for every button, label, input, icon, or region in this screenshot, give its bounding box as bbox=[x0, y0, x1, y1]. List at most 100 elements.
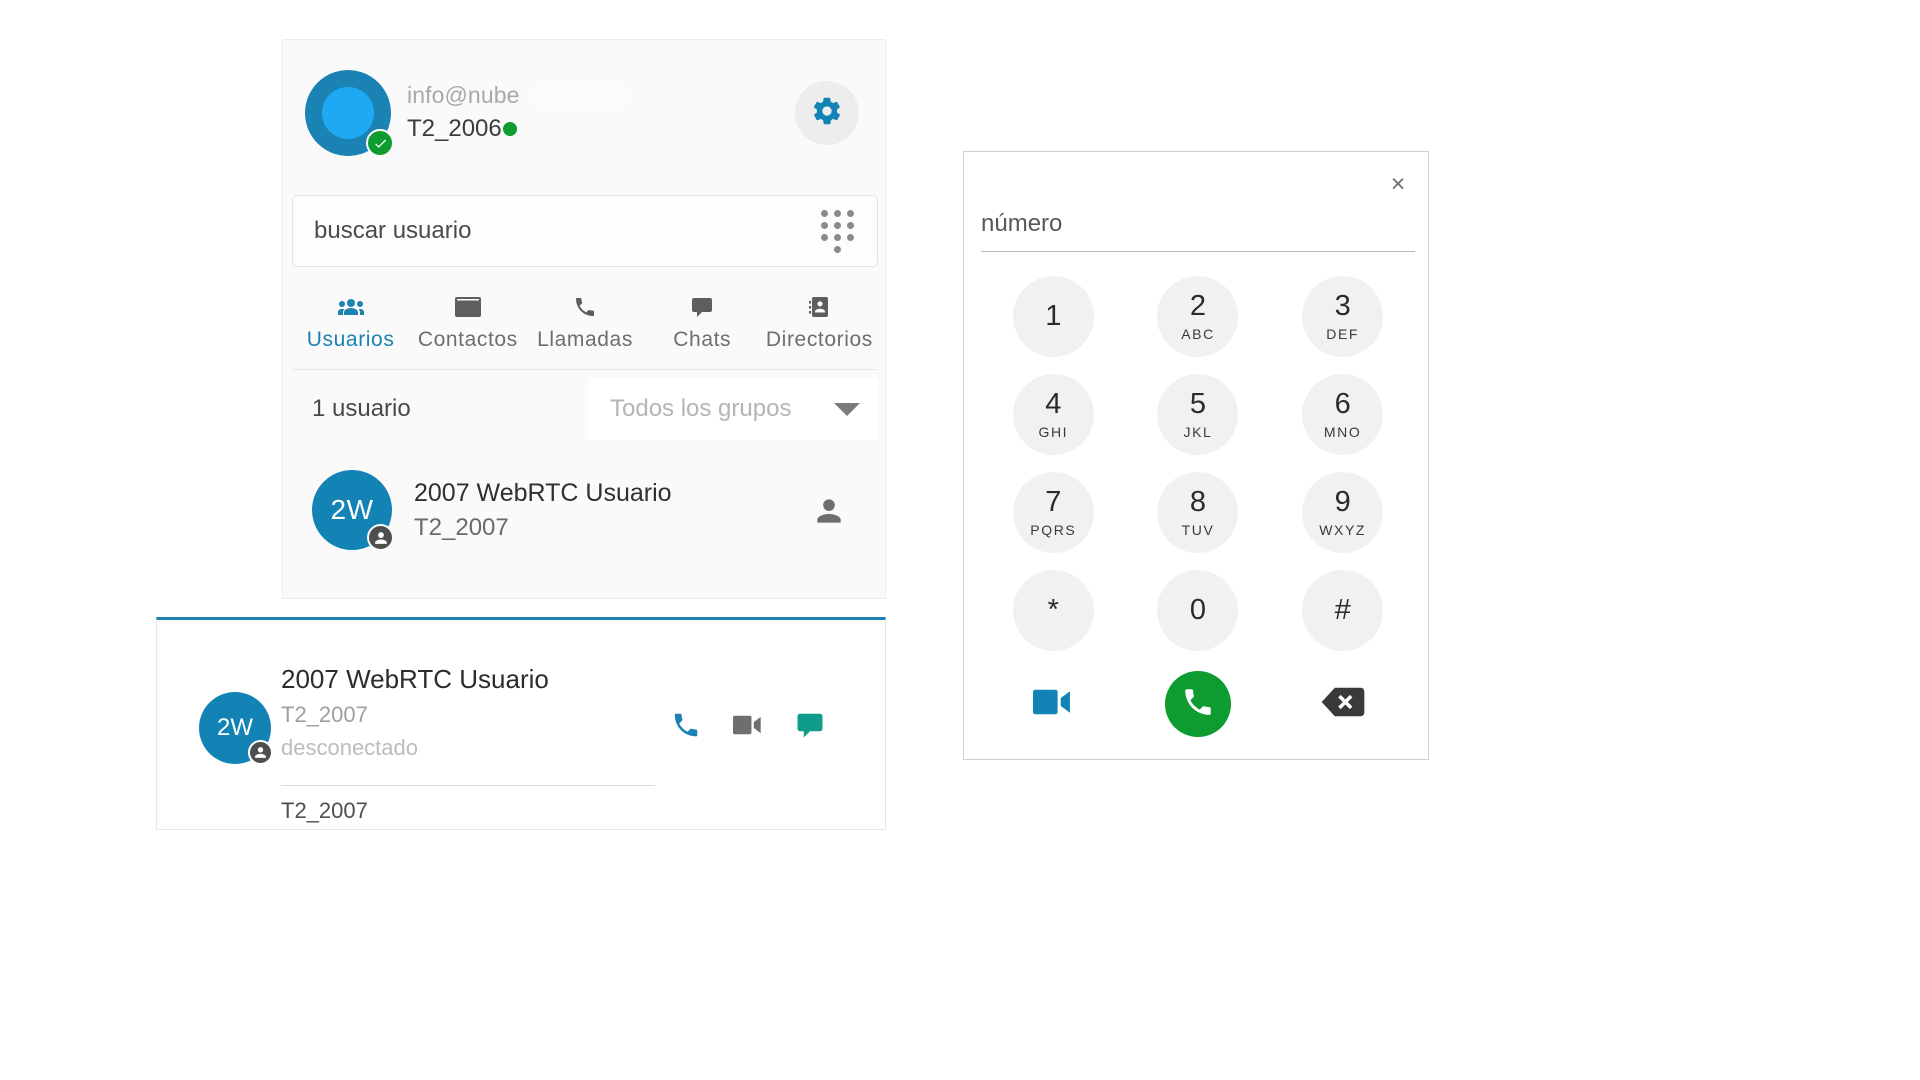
contacts-panel: info@nube T2_2006 buscar usuario Usuario… bbox=[282, 39, 886, 599]
dialpad-key-5[interactable]: 5 JKL bbox=[1157, 374, 1239, 455]
open-chat-button[interactable] bbox=[795, 710, 825, 745]
dialpad-toggle-button[interactable] bbox=[805, 199, 869, 263]
group-filter-dropdown[interactable]: Todos los grupos bbox=[588, 378, 878, 440]
address-book-icon bbox=[806, 294, 832, 320]
check-badge-icon bbox=[366, 129, 394, 157]
chat-bubble-icon bbox=[795, 710, 825, 745]
profile-extension-row: T2_2006 bbox=[407, 114, 520, 145]
avatar-inner-circle bbox=[322, 87, 374, 139]
app-screen: info@nube T2_2006 buscar usuario Usuario… bbox=[0, 0, 1920, 1080]
contact-card-icon bbox=[454, 294, 481, 320]
call-video-button[interactable] bbox=[733, 710, 763, 745]
dialpad-key-1[interactable]: 1 bbox=[1012, 276, 1094, 357]
gear-icon bbox=[811, 95, 843, 132]
dialpad-panel: × 1 2 ABC 3 DEF 4 GHI 5 JKL bbox=[963, 151, 1429, 760]
profile-extension: T2_2006 bbox=[407, 114, 502, 142]
chevron-down-icon bbox=[834, 402, 860, 416]
dialpad-key-9[interactable]: 9 WXYZ bbox=[1302, 472, 1384, 553]
key-letters: WXYZ bbox=[1319, 522, 1367, 538]
phone-icon bbox=[572, 294, 598, 320]
email-redaction bbox=[529, 83, 629, 110]
tab-usuarios[interactable]: Usuarios bbox=[292, 288, 409, 352]
tab-label: Usuarios bbox=[306, 328, 395, 351]
dialpad-key-3[interactable]: 3 DEF bbox=[1302, 276, 1384, 357]
chat-bubble-icon bbox=[689, 294, 715, 320]
video-camera-icon bbox=[733, 710, 763, 745]
phone-icon bbox=[671, 710, 701, 745]
key-letters: JKL bbox=[1183, 424, 1213, 440]
tab-label: Contactos bbox=[417, 328, 518, 351]
contact-extension: T2_2007 bbox=[281, 702, 368, 727]
tab-label: Chats bbox=[673, 328, 732, 351]
dialpad-key-6[interactable]: 6 MNO bbox=[1302, 374, 1384, 455]
group-filter-value: Todos los grupos bbox=[610, 395, 792, 422]
phone-icon bbox=[1181, 685, 1215, 724]
number-field[interactable] bbox=[981, 210, 1415, 252]
dialpad-key-hash[interactable]: # bbox=[1302, 570, 1384, 651]
dialpad-key-0[interactable]: 0 bbox=[1157, 570, 1239, 651]
dialpad-key-8[interactable]: 8 TUV bbox=[1157, 472, 1239, 553]
key-digit: 7 bbox=[1045, 486, 1062, 518]
dialpad-actions bbox=[981, 664, 1415, 744]
dialpad-key-4[interactable]: 4 GHI bbox=[1012, 374, 1094, 455]
key-letters: PQRS bbox=[1030, 522, 1077, 538]
avatar: 2W bbox=[312, 470, 394, 551]
person-offline-icon bbox=[248, 740, 273, 765]
dialpad-key-star[interactable]: * bbox=[1012, 570, 1094, 651]
call-audio-button[interactable] bbox=[671, 710, 701, 745]
key-letters: ABC bbox=[1181, 326, 1215, 342]
dialpad-dots-icon bbox=[820, 209, 854, 253]
dialpad-keys: 1 2 ABC 3 DEF 4 GHI 5 JKL 6 MNO 7 PQRS 8… bbox=[981, 276, 1415, 651]
person-offline-icon bbox=[367, 524, 394, 551]
key-digit: 5 bbox=[1189, 388, 1207, 420]
list-item-name: 2007 WebRTC Usuario bbox=[414, 478, 672, 507]
tab-label: Llamadas bbox=[537, 328, 633, 351]
key-letters: GHI bbox=[1038, 424, 1069, 440]
contact-name: 2007 WebRTC Usuario bbox=[281, 664, 549, 694]
search-input[interactable] bbox=[293, 217, 805, 245]
profile-email-text: info@nube bbox=[407, 82, 520, 109]
backspace-icon bbox=[1321, 686, 1365, 723]
tab-contactos[interactable]: Contactos bbox=[409, 288, 526, 352]
dialpad-key-2[interactable]: 2 ABC bbox=[1157, 276, 1239, 357]
tab-llamadas[interactable]: Llamadas bbox=[526, 288, 643, 352]
user-list-header: 1 usuario Todos los grupos bbox=[292, 378, 878, 440]
key-digit: 1 bbox=[1045, 300, 1062, 332]
presence-online-dot bbox=[502, 122, 517, 137]
users-group-icon bbox=[337, 294, 364, 320]
key-letters: TUV bbox=[1181, 522, 1215, 538]
list-item[interactable]: 2W 2007 WebRTC Usuario T2_2007 bbox=[292, 460, 878, 560]
backspace-button[interactable] bbox=[1321, 686, 1365, 723]
key-digit: 4 bbox=[1045, 388, 1062, 420]
key-digit: 6 bbox=[1334, 388, 1351, 420]
user-count-label: 1 usuario bbox=[312, 395, 411, 422]
divider bbox=[281, 785, 655, 786]
avatar: 2W bbox=[199, 692, 273, 765]
tab-chats[interactable]: Chats bbox=[644, 288, 761, 352]
contact-extension-detail: T2_2007 bbox=[281, 798, 368, 823]
panel-tabs: Usuarios Contactos Llamadas Chats Direct… bbox=[292, 288, 878, 370]
video-camera-icon bbox=[1033, 688, 1073, 721]
contact-detail-card: 2W 2007 WebRTC Usuario T2_2007 desconect… bbox=[156, 617, 886, 830]
key-letters: DEF bbox=[1326, 326, 1360, 342]
key-letters: MNO bbox=[1323, 424, 1362, 440]
close-icon[interactable]: × bbox=[1386, 172, 1410, 197]
list-item-text: 2007 WebRTC Usuario T2_2007 bbox=[414, 477, 672, 544]
settings-button[interactable] bbox=[795, 81, 859, 145]
contact-detail-text: 2007 WebRTC Usuario T2_2007 desconectado bbox=[281, 664, 549, 761]
key-digit: # bbox=[1334, 594, 1351, 626]
tab-directorios[interactable]: Directorios bbox=[761, 288, 878, 352]
dialpad-key-7[interactable]: 7 PQRS bbox=[1012, 472, 1094, 553]
key-digit: 3 bbox=[1334, 290, 1351, 322]
profile-email: info@nube bbox=[407, 81, 629, 110]
profile-identity: info@nube T2_2006 bbox=[407, 81, 629, 145]
tab-label: Directorios bbox=[765, 328, 873, 351]
key-digit: 2 bbox=[1189, 290, 1207, 322]
video-call-button[interactable] bbox=[1033, 688, 1073, 721]
number-input[interactable] bbox=[981, 210, 1415, 238]
key-digit: * bbox=[1047, 594, 1059, 626]
search-bar[interactable] bbox=[292, 195, 878, 267]
person-icon[interactable] bbox=[815, 496, 843, 531]
avatar[interactable] bbox=[305, 70, 394, 157]
start-call-button[interactable] bbox=[1164, 671, 1231, 737]
